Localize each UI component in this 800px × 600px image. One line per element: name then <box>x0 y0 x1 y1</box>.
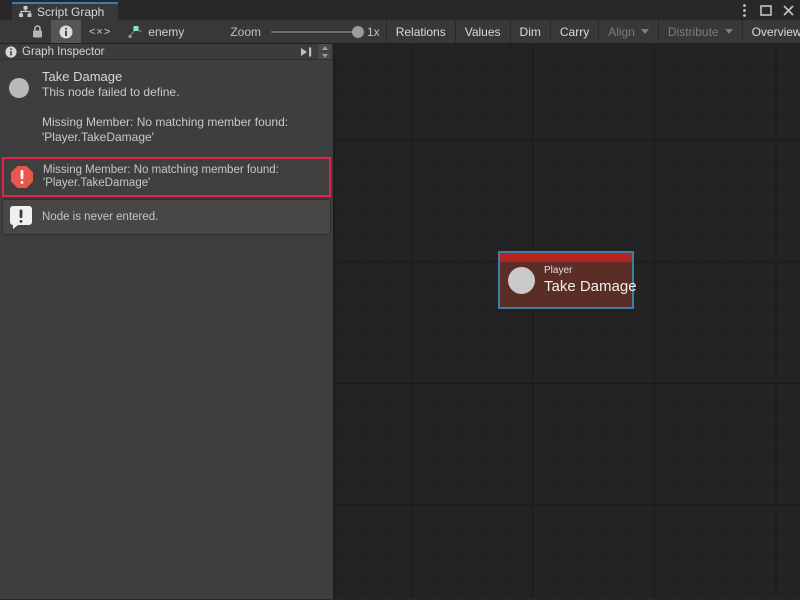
window-controls <box>736 0 796 20</box>
zoom-slider-handle[interactable] <box>352 26 364 38</box>
window-menu-icon[interactable] <box>736 2 752 18</box>
node-summary-subtitle: This node failed to define. <box>42 85 288 100</box>
graph-inspector-header: Graph Inspector <box>0 44 333 60</box>
inspector-toggle-button[interactable] <box>51 20 81 43</box>
lock-button[interactable] <box>24 20 51 43</box>
toolbar: <×> enemy Zoom 1x Relations Values Dim C <box>0 20 800 44</box>
carry-label: Carry <box>560 25 589 39</box>
node-summary: Take Damage This node failed to define. … <box>0 60 333 155</box>
scroll-up-button[interactable] <box>318 44 331 51</box>
distribute-dropdown[interactable]: Distribute <box>658 20 742 43</box>
warning-message-text: Node is never entered. <box>42 211 158 224</box>
graph-asset-label: enemy <box>148 25 184 39</box>
tab-script-graph[interactable]: Script Graph <box>12 2 118 20</box>
error-message-line2: 'Player.TakeDamage' <box>43 177 279 190</box>
node-target-label: Player <box>544 265 637 276</box>
graph-canvas[interactable]: Player Take Damage <box>335 44 800 599</box>
info-icon <box>59 25 73 39</box>
graph-hierarchy-icon <box>19 6 32 18</box>
dim-label: Dim <box>520 25 541 39</box>
take-damage-node[interactable]: Player Take Damage <box>498 251 634 309</box>
node-summary-error-line2: 'Player.TakeDamage' <box>42 130 288 145</box>
error-octagon-icon <box>10 165 34 189</box>
speech-bubble-exclamation-icon <box>9 205 33 229</box>
zoom-control: Zoom 1x <box>230 20 385 43</box>
spacer <box>42 100 288 115</box>
overview-button[interactable]: Overview <box>742 20 800 43</box>
toolbar-actions: Relations Values Dim Carry Align Distrib… <box>386 20 800 43</box>
values-button[interactable]: Values <box>455 20 510 43</box>
unit-icon <box>9 78 29 98</box>
zoom-label: Zoom <box>230 25 261 39</box>
values-label: Values <box>465 25 501 39</box>
node-body: Player Take Damage <box>500 262 632 298</box>
graph-asset-icon <box>127 25 143 39</box>
relations-label: Relations <box>396 25 446 39</box>
node-summary-title: Take Damage <box>42 69 288 84</box>
overview-label: Overview <box>752 25 800 39</box>
dock-panel-icon[interactable] <box>297 45 315 59</box>
node-error-header-strip <box>500 253 632 262</box>
align-label: Align <box>608 25 635 39</box>
close-icon[interactable] <box>780 2 796 18</box>
code-preview-icon: <×> <box>89 26 111 38</box>
relations-button[interactable]: Relations <box>386 20 455 43</box>
scroll-down-button[interactable] <box>318 52 331 59</box>
error-message-row[interactable]: Missing Member: No matching member found… <box>2 157 331 197</box>
graph-asset-breadcrumb[interactable]: enemy <box>119 20 192 43</box>
lock-icon <box>32 25 43 38</box>
error-message-line1: Missing Member: No matching member found… <box>43 164 279 177</box>
tab-label: Script Graph <box>37 5 104 19</box>
maximize-icon[interactable] <box>758 2 774 18</box>
dim-button[interactable]: Dim <box>510 20 550 43</box>
panel-scrollbar <box>318 44 331 59</box>
title-bar: Script Graph <box>0 0 800 20</box>
warning-message-row[interactable]: Node is never entered. <box>2 199 331 235</box>
carry-button[interactable]: Carry <box>550 20 598 43</box>
zoom-slider[interactable] <box>271 31 361 33</box>
distribute-label: Distribute <box>668 25 719 39</box>
panel-title: Graph Inspector <box>22 46 297 58</box>
main-area: Graph Inspector Take Damage This node fa… <box>0 44 800 599</box>
align-dropdown[interactable]: Align <box>598 20 658 43</box>
code-preview-button[interactable]: <×> <box>81 20 119 43</box>
unit-icon <box>508 267 535 294</box>
chevron-down-icon <box>725 29 733 34</box>
graph-inspector-panel: Graph Inspector Take Damage This node fa… <box>0 44 335 599</box>
info-icon <box>5 46 17 58</box>
triangle-up-icon <box>322 46 328 50</box>
node-title: Take Damage <box>544 278 637 295</box>
triangle-down-icon <box>322 54 328 58</box>
chevron-down-icon <box>641 29 649 34</box>
zoom-value: 1x <box>367 25 380 39</box>
node-summary-error-line1: Missing Member: No matching member found… <box>42 115 288 130</box>
